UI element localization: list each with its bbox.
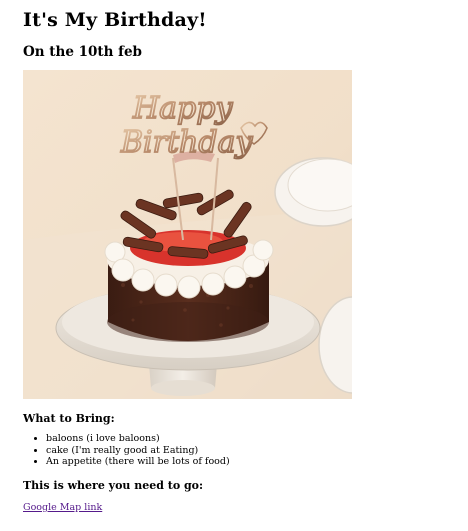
list-item: An appetite (there will be lots of food) bbox=[46, 456, 230, 468]
location-heading: This is where you need to go: bbox=[23, 479, 204, 492]
bring-list: baloons (i love baloons) cake (I'm reall… bbox=[23, 433, 230, 468]
google-map-link[interactable]: Google Map link bbox=[23, 502, 102, 513]
cake-topper-happy: Happy bbox=[132, 91, 233, 126]
event-date: On the 10th feb bbox=[23, 44, 142, 60]
list-item: baloons (i love baloons) bbox=[46, 433, 230, 445]
what-to-bring-heading: What to Bring: bbox=[23, 412, 115, 425]
birthday-cake-image: Happy Birthday bbox=[23, 70, 352, 399]
page-title: It's My Birthday! bbox=[23, 9, 207, 31]
cake-topper-birthday: Birthday bbox=[120, 125, 253, 160]
list-item: cake (I'm really good at Eating) bbox=[46, 445, 230, 457]
